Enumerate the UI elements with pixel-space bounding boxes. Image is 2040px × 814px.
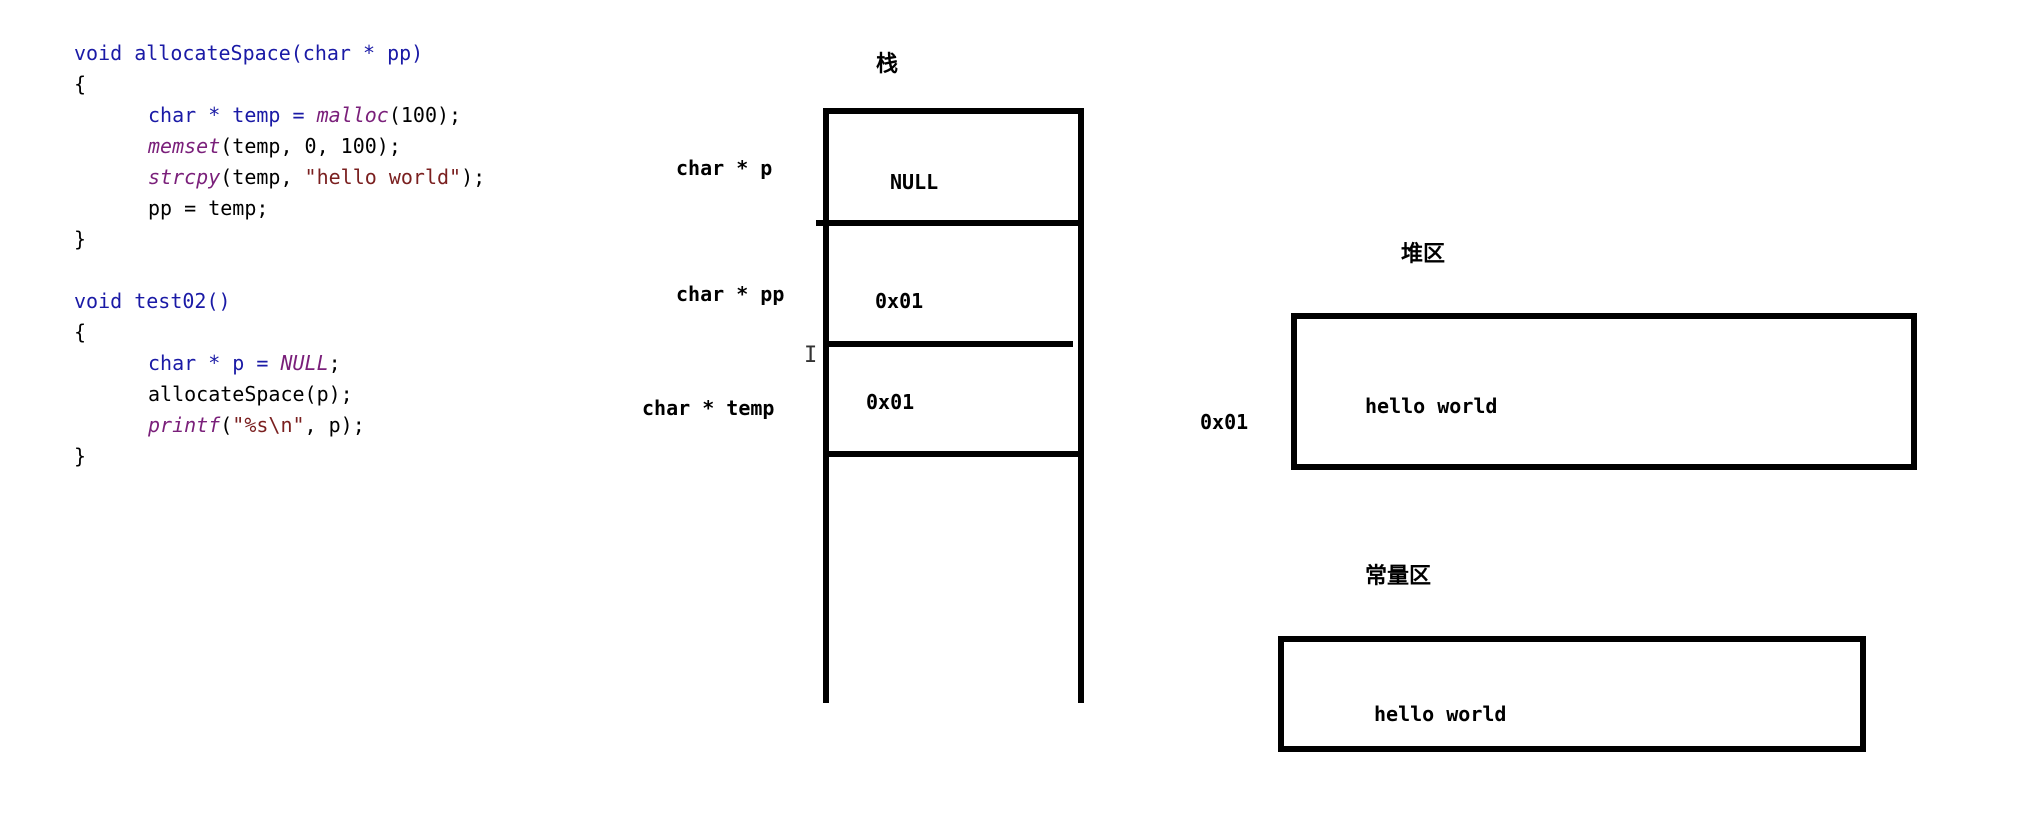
code-line-malloc: char * temp = malloc(100); [148,103,462,127]
code-line-func1-signature: void allocateSpace(char * pp) [74,41,424,65]
code-line-brace-open1: { [74,72,87,96]
code-line-brace-close2: } [74,444,87,468]
heap-block: hello world [1291,313,1917,470]
stack-row-value-pp: 0x01 [875,289,924,313]
code-line-memset: memset(temp, 0, 100); [148,134,401,158]
stack-row-label-temp: char * temp [642,396,775,420]
code-line-call-allocate: allocateSpace(p); [148,382,353,406]
stack-row-label-p: char * p [676,156,773,180]
constant-title: 常量区 [1365,564,1432,589]
stack-divider-3 [823,451,1078,457]
stack-title: 栈 [876,52,899,77]
code-listing: void allocateSpace(char * pp) { char * t… [74,38,485,472]
code-line-func2-signature: void test02() [74,289,231,313]
constant-block: hello world [1278,636,1866,752]
text-cursor-icon: I [804,343,818,368]
code-line-assign: pp = temp; [148,196,269,220]
heap-content: hello world [1365,394,1498,418]
stack-right-wall [1078,108,1084,703]
code-line-printf: printf("%s\n", p); [148,413,365,437]
stack-row-value-p: NULL [890,170,939,194]
constant-content: hello world [1374,702,1507,726]
heap-title: 堆区 [1401,242,1446,267]
stack-row-value-temp: 0x01 [866,390,915,414]
stack-row-label-pp: char * pp [676,282,785,306]
stack-divider-1 [816,220,1084,226]
stack-divider-2 [823,341,1073,347]
heap-address: 0x01 [1200,410,1249,434]
stack-top-border [823,108,1084,114]
code-line-strcpy: strcpy(temp, "hello world"); [148,165,486,189]
code-line-brace-open2: { [74,320,87,344]
code-line-decl-p: char * p = NULL; [148,351,341,375]
stack-left-wall [823,108,829,703]
code-line-brace-close1: } [74,227,87,251]
